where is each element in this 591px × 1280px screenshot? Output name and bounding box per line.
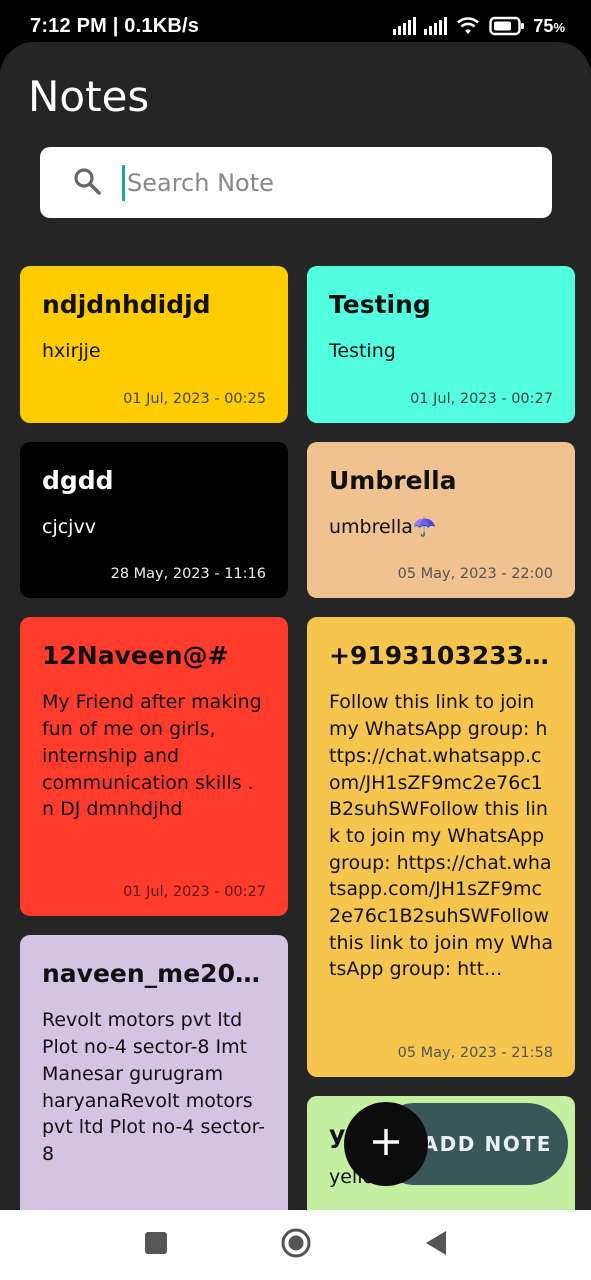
note-date: 28 May, 2023 - 11:16 [110,566,266,583]
status-time-speed: 7:12 PM | 0.1KB/s [30,14,200,37]
note-body: hxirjje [42,340,101,362]
signal-icon [424,17,448,35]
plus-icon [371,1127,401,1161]
note-title: dgdd [42,465,114,495]
search-bar[interactable] [40,147,552,218]
system-nav-bar [0,1210,591,1280]
notes-app: Notes ndjdnhdidjd hxirjje 01 Jul, 2023 -… [0,42,591,1210]
note-card[interactable]: +919310323317 Follow this link to join m… [307,617,575,1078]
note-title: 12Naveen@# [42,641,229,671]
back-triangle-icon [423,1229,449,1261]
note-card[interactable]: Testing Testing 01 Jul, 2023 - 00:27 [307,266,575,423]
note-date: 01 Jul, 2023 - 00:27 [410,390,553,407]
note-card[interactable]: ndjdnhdidjd hxirjje 01 Jul, 2023 - 00:25 [20,266,288,423]
note-body: Revolt motors pvt ltd Plot no-4 sector-8… [42,1009,266,1165]
note-date: 05 May, 2023 - 21:58 [397,1045,553,1062]
page-title: Notes [28,72,150,121]
search-input[interactable] [127,168,507,197]
note-title: Umbrella [329,465,457,495]
note-date: 05 May, 2023 - 22:00 [397,566,553,583]
note-card[interactable]: dgdd cjcjvv 28 May, 2023 - 11:16 [20,441,288,599]
home-button[interactable] [276,1225,316,1265]
battery-percent: 75% [533,15,565,36]
add-icon-button[interactable] [344,1102,428,1186]
square-icon [144,1231,168,1259]
note-body: Testing [329,340,396,362]
signal-icon [393,17,417,35]
text-cursor [122,164,125,201]
note-title: ndjdnhdidjd [42,290,211,319]
note-title: Testing [329,290,431,319]
search-icon [72,166,102,200]
status-icons: 75% [393,16,565,37]
note-card[interactable]: 12Naveen@# My Friend after making fun of… [20,617,288,917]
recents-button[interactable] [136,1225,176,1265]
note-card[interactable]: Umbrella umbrella☂️ 05 May, 2023 - 22:00 [307,441,575,599]
notes-column-left: ndjdnhdidjd hxirjje 01 Jul, 2023 - 00:25… [20,266,288,1210]
note-title: +919310323317 [329,641,553,671]
add-note-label: ADD NOTE [422,1132,552,1156]
note-card[interactable]: naveen_me20a1... Revolt motors pvt ltd P… [20,935,288,1210]
note-title: naveen_me20a1... [42,959,266,989]
note-body: Follow this link to join my WhatsApp gro… [329,691,553,981]
note-date: 01 Jul, 2023 - 00:27 [123,884,266,901]
battery-icon [489,16,525,36]
note-body: My Friend after making fun of me on girl… [42,691,262,821]
notes-column-right: Testing Testing 01 Jul, 2023 - 00:27 Umb… [307,266,575,1210]
note-date: 01 Jul, 2023 - 00:25 [123,390,266,407]
back-button[interactable] [416,1225,456,1265]
home-circle-icon [280,1227,312,1263]
note-body: cjcjvv [42,515,96,538]
add-note-fab[interactable]: ADD NOTE [344,1102,568,1186]
note-body: umbrella☂️ [329,515,437,538]
wifi-icon [455,16,481,36]
